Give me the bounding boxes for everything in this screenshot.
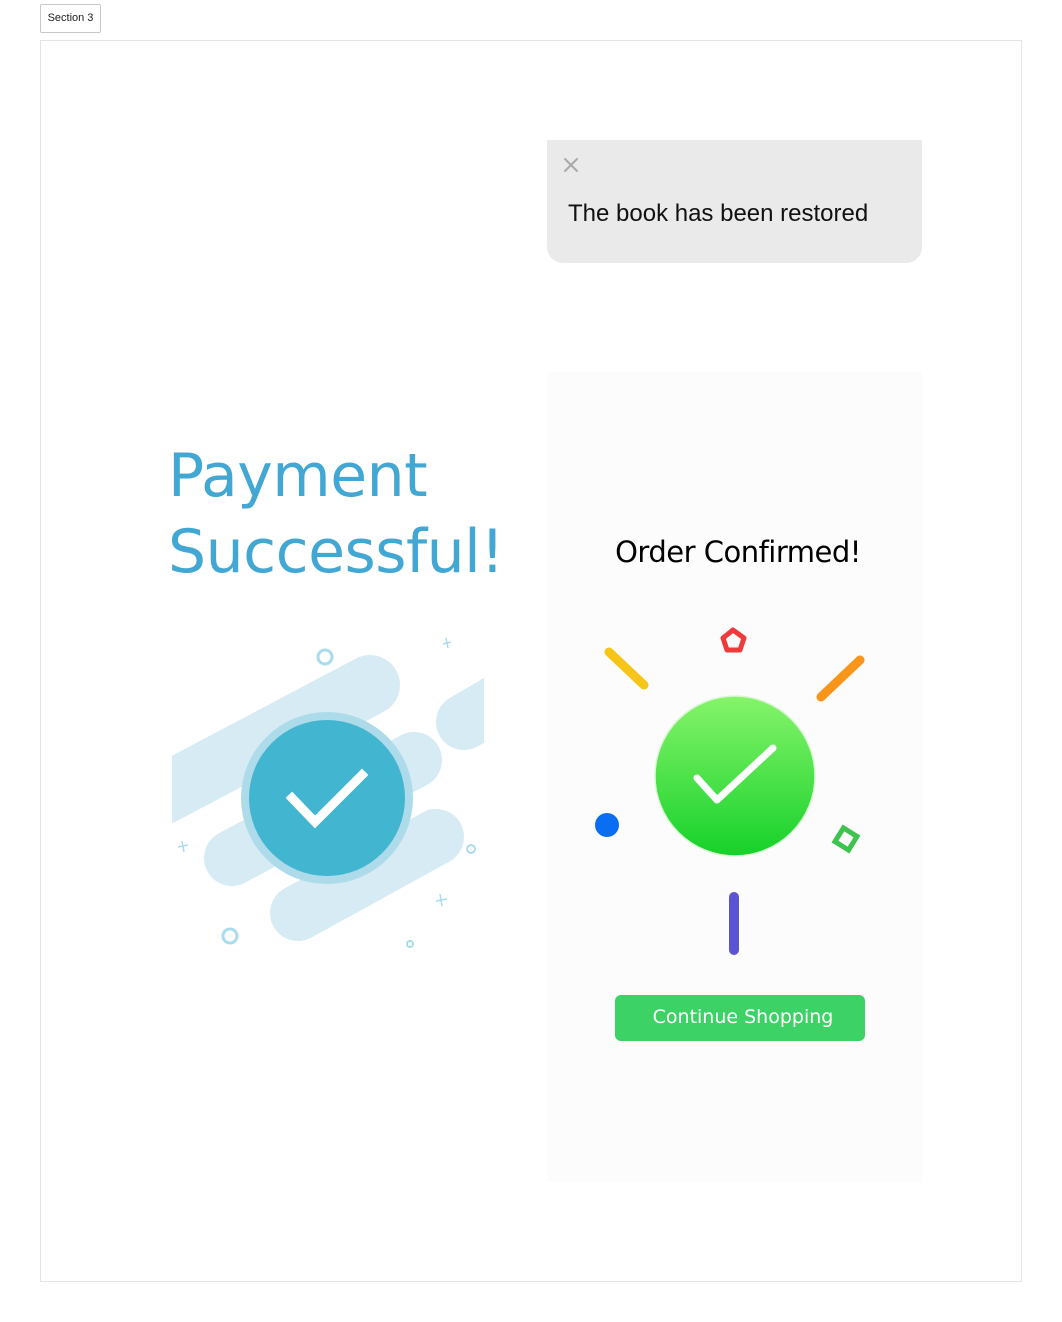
payment-title: Payment Successful! [168, 438, 504, 590]
order-title: Order Confirmed! [615, 535, 861, 569]
order-confirmed-card: Order Confirmed! Continue Shopping [547, 372, 922, 1182]
continue-shopping-button[interactable]: Continue Shopping [615, 995, 865, 1041]
close-icon[interactable] [562, 156, 580, 174]
toast-notification: The book has been restored [547, 140, 922, 263]
order-confirmed-illustration [587, 622, 887, 962]
payment-title-line2: Successful! [168, 517, 504, 587]
payment-success-illustration [172, 630, 484, 960]
toast-message: The book has been restored [568, 200, 869, 227]
section-tag[interactable]: Section 3 [40, 4, 101, 33]
check-circle-icon [241, 712, 413, 884]
payment-title-line1: Payment [168, 441, 428, 511]
check-circle-icon [654, 695, 816, 857]
